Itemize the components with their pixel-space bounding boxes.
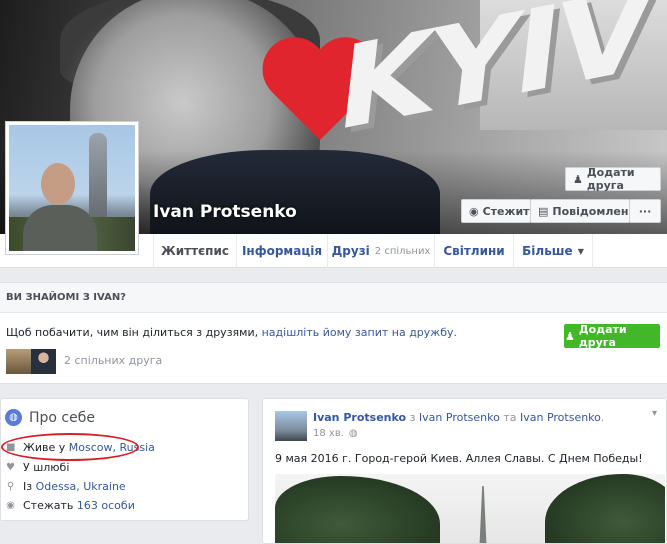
trees-left — [275, 476, 440, 543]
message-icon: ▤ — [538, 204, 549, 218]
tab-timeline[interactable]: Життєпис — [153, 234, 236, 268]
intro-row-from: ⚲ Із Odessa, Ukraine — [6, 480, 126, 493]
know-heading: ВИ ЗНАЙОМІ З IVAN? — [0, 283, 667, 313]
lives-in-prefix: Живе у — [23, 441, 69, 454]
timeline-post: Ivan Protsenko з Ivan Protsenko та Ivan … — [262, 398, 667, 544]
add-friend-button[interactable]: ♟ Додати друга — [565, 166, 661, 192]
post-with-word: з — [406, 411, 419, 424]
post-author-avatar[interactable] — [275, 411, 307, 441]
chevron-down-icon[interactable]: ▾ — [652, 408, 657, 419]
from-prefix: Із — [23, 480, 36, 493]
add-friend-label: Додати друга — [586, 166, 635, 192]
heart-icon: ♥ — [6, 462, 15, 473]
home-icon: ■ — [6, 442, 16, 453]
globe-icon: ◍ — [5, 409, 22, 426]
more-options-icon: ··· — [638, 204, 652, 218]
intro-row-followers: ◉ Стежать 163 особи — [6, 499, 135, 512]
post-and-word: та — [499, 411, 520, 424]
tab-about[interactable]: Інформація — [236, 234, 327, 268]
add-friend-green-label: Додати друга — [578, 323, 627, 349]
post-timestamp[interactable]: 18 хв. ◍ — [313, 428, 358, 439]
trees-right — [545, 474, 665, 543]
rss-icon: ◉ — [469, 204, 479, 218]
kyiv-sign: KYIV — [330, 0, 656, 158]
post-text: 9 мая 2016 г. Город-герой Киев. Аллея Сл… — [275, 452, 643, 465]
tab-more-label: Більше — [522, 244, 573, 258]
mutual-friends-count[interactable]: 2 спільних друга — [64, 354, 162, 367]
tab-photos[interactable]: Світлини — [434, 234, 513, 268]
intro-title: ◍ Про себе — [5, 409, 95, 426]
message-button[interactable]: ▤ Повідомлення — [530, 199, 643, 223]
person-head — [41, 163, 75, 205]
intro-row-lives-in: ■ Живе у Moscow, Russia — [6, 441, 155, 454]
more-options-button[interactable]: ··· — [629, 199, 661, 223]
followers-link[interactable]: 163 особи — [77, 499, 135, 512]
tab-timeline-label: Життєпис — [161, 244, 229, 258]
profile-picture[interactable] — [5, 121, 139, 255]
add-friend-icon: ♟ — [565, 329, 575, 343]
post-header: Ivan Protsenko з Ivan Protsenko та Ivan … — [313, 411, 604, 424]
lives-in-link[interactable]: Moscow, Russia — [69, 441, 155, 454]
post-photo[interactable] — [275, 474, 665, 543]
mutual-friend-avatar[interactable] — [31, 349, 56, 374]
post-dot: . — [600, 411, 605, 424]
tab-friends-label: Друзі — [331, 244, 370, 258]
person — [23, 163, 97, 251]
post-author-link[interactable]: Ivan Protsenko — [313, 411, 406, 424]
add-friend-green-button[interactable]: ♟ Додати друга — [564, 323, 660, 349]
post-tagged-link-1[interactable]: Ivan Protsenko — [419, 411, 500, 424]
know-panel: ВИ ЗНАЙОМІ З IVAN? Щоб побачити, чим він… — [0, 282, 667, 384]
know-text-before: Щоб побачити, чим він ділиться з друзями… — [6, 326, 262, 339]
globe-icon: ◍ — [348, 428, 358, 439]
post-tagged-link-2[interactable]: Ivan Protsenko — [520, 411, 601, 424]
follow-button[interactable]: ◉ Стежити — [461, 199, 537, 223]
obelisk — [479, 486, 487, 543]
location-icon: ⚲ — [6, 481, 15, 492]
followers-prefix: Стежать — [23, 499, 77, 512]
tab-friends-count: 2 спільних — [374, 245, 431, 257]
mutual-friends-thumbnails[interactable] — [6, 349, 56, 374]
follow-icon: ◉ — [6, 500, 15, 511]
relationship-text: У шлюбі — [23, 461, 70, 474]
tab-friends[interactable]: Друзі 2 спільних — [327, 234, 434, 268]
profile-picture-image — [9, 125, 135, 251]
know-text: Щоб побачити, чим він ділиться з друзями… — [6, 326, 457, 339]
person-body — [23, 205, 97, 251]
friend-request-link[interactable]: надішліть йому запит на дружбу. — [262, 326, 457, 339]
tab-more[interactable]: Більше ▼ — [513, 234, 593, 268]
intro-card: ◍ Про себе ■ Живе у Moscow, Russia ♥ У ш… — [0, 398, 249, 521]
tab-photos-label: Світлини — [443, 244, 505, 258]
add-friend-icon: ♟ — [573, 172, 583, 186]
chevron-down-icon: ▼ — [577, 246, 584, 256]
profile-name[interactable]: Ivan Protsenko — [153, 202, 297, 222]
post-time-text: 18 хв. — [313, 428, 344, 439]
intro-title-label: Про себе — [29, 409, 95, 426]
from-link[interactable]: Odessa, Ukraine — [36, 480, 126, 493]
tab-about-label: Інформація — [241, 244, 323, 258]
intro-row-relationship: ♥ У шлюбі — [6, 461, 69, 474]
mutual-friend-avatar[interactable] — [6, 349, 31, 374]
